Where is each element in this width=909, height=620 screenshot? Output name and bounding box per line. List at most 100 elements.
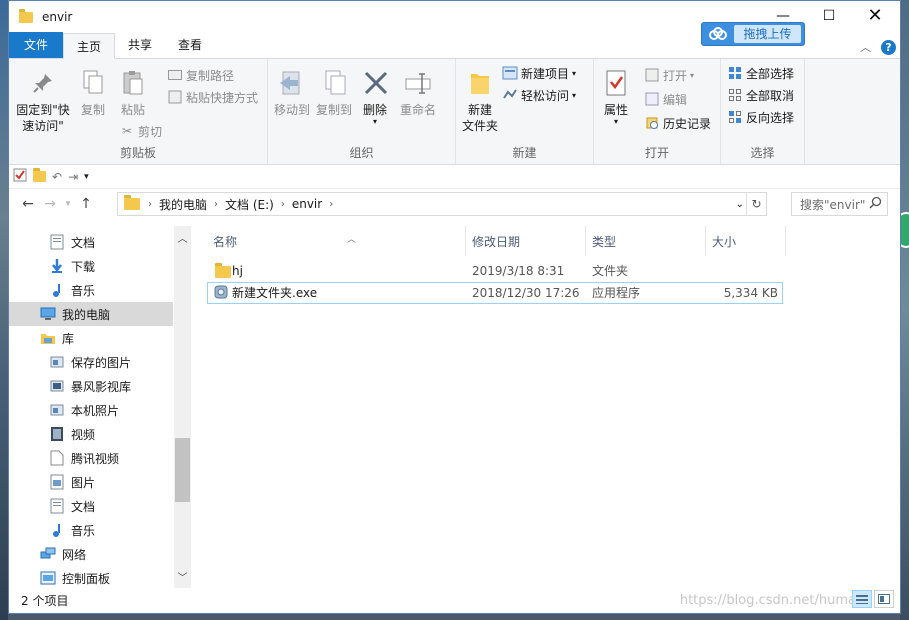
chevron-right-icon[interactable]: › xyxy=(281,199,285,210)
collapse-ribbon-icon[interactable]: ︿ xyxy=(860,39,871,55)
search-icon[interactable] xyxy=(869,196,882,212)
tab-view[interactable]: 查看 xyxy=(165,32,215,58)
copy-button[interactable]: 复制 xyxy=(75,67,111,118)
library-icon xyxy=(40,330,56,346)
history-label: 历史记录 xyxy=(663,116,712,131)
sidebar-item[interactable]: 文档 xyxy=(9,230,173,254)
chevron-right-icon[interactable]: › xyxy=(214,199,218,210)
sidebar-item[interactable]: 视频 xyxy=(9,422,173,446)
sidebar-item[interactable]: 音乐 xyxy=(9,278,173,302)
file-modified: 2019/3/18 8:31 xyxy=(472,264,565,278)
paste-shortcut-label: 粘贴快捷方式 xyxy=(186,90,259,105)
clipboard-group: 固定到"快 速访问" 复制 粘贴 复制路径 粘贴快捷方式 ✂ 剪切 剪贴板 xyxy=(9,59,268,164)
table-row[interactable]: 新建文件夹.exe 2018/12/30 17:26 应用程序 5,334 KB xyxy=(207,282,783,304)
move-to-button[interactable]: 移动到 xyxy=(272,67,312,118)
sidebar-item[interactable]: 暴风影视库 xyxy=(9,374,173,398)
control-panel-icon xyxy=(40,570,56,586)
column-type-label: 类型 xyxy=(592,235,617,249)
edit-button[interactable]: 编辑 xyxy=(644,89,687,109)
document-icon xyxy=(49,498,65,514)
easy-access-button[interactable]: 轻松访问 ▾ xyxy=(502,85,576,105)
copy-path-button[interactable]: 复制路径 xyxy=(167,65,234,85)
rename-label: 重命名 xyxy=(399,103,436,117)
up-arrow-icon[interactable]: ↑ xyxy=(75,196,97,212)
sidebar-item-label: 库 xyxy=(62,331,75,346)
scroll-down-icon[interactable]: ﹀ xyxy=(174,569,191,584)
new-item-button[interactable]: 新建项目 ▾ xyxy=(502,63,576,83)
scroll-up-icon[interactable]: ︿ xyxy=(174,230,191,245)
new-folder-label-line-2: 文件夹 xyxy=(461,119,498,133)
breadcrumb-drive[interactable]: 文档 (E:) xyxy=(225,196,274,213)
select-none-icon xyxy=(727,87,743,103)
sidebar-item[interactable]: 腾讯视频 xyxy=(9,446,173,470)
recent-locations-icon[interactable]: ▾ xyxy=(61,199,75,209)
scroll-thumb[interactable] xyxy=(175,438,190,502)
sidebar-item[interactable]: 文档 xyxy=(9,494,173,518)
tab-share[interactable]: 共享 xyxy=(115,32,165,58)
sidebar-item-label: 音乐 xyxy=(71,523,96,538)
column-name[interactable]: 名称 ︿ xyxy=(207,226,466,256)
sidebar-item[interactable]: 我的电脑 xyxy=(9,302,173,326)
properties-button[interactable]: 属性 ▾ xyxy=(598,67,634,126)
sidebar-item[interactable]: 网络 xyxy=(9,542,173,566)
rename-qat-icon[interactable]: ⇥ xyxy=(68,170,78,184)
chevron-right-icon[interactable]: › xyxy=(329,199,333,210)
breadcrumb-computer[interactable]: 我的电脑 xyxy=(159,196,207,213)
paste-button[interactable]: 粘贴 xyxy=(115,67,151,118)
column-size[interactable]: 大小 xyxy=(706,226,786,256)
properties-check-icon[interactable] xyxy=(13,168,27,185)
select-all-button[interactable]: 全部选择 xyxy=(727,63,794,83)
delete-button[interactable]: 删除 ▾ xyxy=(360,67,390,126)
file-size: 5,334 KB xyxy=(723,286,778,300)
rename-button[interactable]: 重命名 xyxy=(396,67,440,118)
table-row[interactable]: hj 2019/3/18 8:31 文件夹 xyxy=(207,261,783,283)
refresh-icon[interactable]: ↻ xyxy=(746,193,766,215)
cut-button[interactable]: ✂ 剪切 xyxy=(119,121,162,141)
qat-customize-icon[interactable]: ▾ xyxy=(84,172,89,182)
select-group-label: 选择 xyxy=(750,146,775,160)
forward-arrow-icon[interactable]: → xyxy=(39,196,61,212)
sidebar-item-label: 我的电脑 xyxy=(62,307,111,322)
sidebar-item[interactable]: 本机照片 xyxy=(9,398,173,422)
ribbon: 固定到"快 速访问" 复制 粘贴 复制路径 粘贴快捷方式 ✂ 剪切 剪贴板 移动… xyxy=(9,59,900,165)
new-folder-button[interactable]: 新建 文件夹 xyxy=(458,67,502,134)
details-view-button[interactable] xyxy=(852,590,872,608)
sidebar-item[interactable]: 下载 xyxy=(9,254,173,278)
pin-quick-access-button[interactable]: 固定到"快 速访问" xyxy=(13,67,73,134)
tab-file[interactable]: 文件 xyxy=(9,32,64,58)
sidebar-item[interactable]: 音乐 xyxy=(9,518,173,542)
copy-to-button[interactable]: 复制到 xyxy=(314,67,354,118)
history-button[interactable]: 历史记录 xyxy=(644,113,711,133)
nav-scrollbar[interactable]: ︿ ﹀ xyxy=(174,226,191,588)
open-label: 打开 xyxy=(663,68,688,83)
open-button[interactable]: 打开 ▾ xyxy=(644,65,694,85)
maximize-button[interactable]: ☐ xyxy=(806,1,852,31)
sidebar-item[interactable]: 图片 xyxy=(9,470,173,494)
sidebar-item[interactable]: 保存的图片 xyxy=(9,350,173,374)
sort-up-icon: ︿ xyxy=(347,235,357,245)
column-modified-label: 修改日期 xyxy=(472,235,521,249)
column-modified[interactable]: 修改日期 xyxy=(466,226,586,256)
sidebar-item-label: 网络 xyxy=(62,547,87,562)
sidebar-item[interactable]: 库 xyxy=(9,326,173,350)
help-icon[interactable]: ? xyxy=(881,39,896,55)
select-none-button[interactable]: 全部取消 xyxy=(727,85,794,105)
easy-access-dropdown-icon: ▾ xyxy=(572,90,577,100)
sidebar-item-label: 控制面板 xyxy=(62,571,111,586)
address-dropdown-icon[interactable]: ⌄ xyxy=(736,199,744,210)
new-folder-qat-icon[interactable] xyxy=(33,168,46,185)
undo-icon[interactable]: ↶ xyxy=(52,170,62,184)
invert-selection-button[interactable]: 反向选择 xyxy=(727,107,794,127)
drag-upload-button[interactable]: 拖拽上传 xyxy=(701,22,805,46)
music-icon xyxy=(49,522,65,538)
chevron-right-icon[interactable]: › xyxy=(148,199,152,210)
address-bar[interactable]: › 我的电脑 › 文档 (E:) › envir › ⌄ ↻ xyxy=(117,192,767,216)
search-input[interactable]: 搜索"envir" xyxy=(791,192,888,216)
breadcrumb-folder[interactable]: envir xyxy=(292,197,322,211)
column-type[interactable]: 类型 xyxy=(586,226,706,256)
large-icons-view-button[interactable] xyxy=(874,590,894,608)
back-arrow-icon[interactable]: ← xyxy=(17,196,39,212)
paste-shortcut-button[interactable]: 粘贴快捷方式 xyxy=(167,87,258,107)
tab-home[interactable]: 主页 xyxy=(63,33,116,59)
close-button[interactable]: ✕ xyxy=(852,1,898,31)
